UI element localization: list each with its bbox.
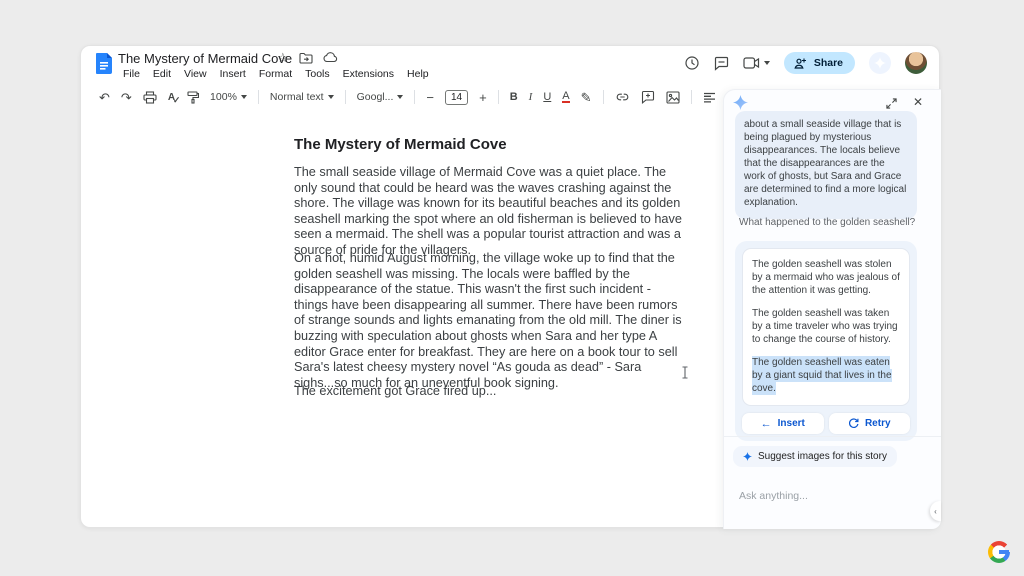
font-size-input[interactable]: 14: [445, 90, 468, 105]
share-label: Share: [814, 57, 843, 69]
formatting-toolbar: ↶ ↷ A✓ 100% Normal text G: [99, 86, 717, 108]
spelling-check-button[interactable]: A✓: [168, 92, 175, 103]
decrease-font-size-button[interactable]: −: [426, 91, 434, 104]
menu-view[interactable]: View: [178, 67, 213, 81]
menu-extensions[interactable]: Extensions: [337, 67, 400, 81]
menu-help[interactable]: Help: [401, 67, 435, 81]
response-option-1[interactable]: The golden seashell was stolen by a merm…: [752, 258, 900, 297]
chevron-left-icon: ‹: [934, 507, 937, 516]
add-comment-button[interactable]: [641, 90, 655, 104]
account-avatar[interactable]: [905, 52, 927, 74]
undo-button[interactable]: ↶: [99, 91, 110, 104]
gemini-button[interactable]: [869, 52, 891, 74]
star-icon[interactable]: ☆: [277, 51, 289, 64]
paint-format-button[interactable]: [186, 91, 199, 104]
text-cursor: [681, 366, 689, 379]
share-button[interactable]: Share: [784, 52, 855, 74]
meet-video-icon[interactable]: [743, 57, 770, 69]
gemini-side-panel: ✕ about a small seaside village that is …: [723, 89, 941, 529]
docs-app-window: The Mystery of Mermaid Cove ☆ File Edit …: [80, 45, 940, 528]
align-select[interactable]: [703, 92, 717, 103]
panel-divider: [724, 436, 941, 437]
insert-link-button[interactable]: [615, 90, 630, 104]
redo-button[interactable]: ↷: [121, 91, 132, 104]
menu-edit[interactable]: Edit: [147, 67, 177, 81]
response-option-3-selected[interactable]: The golden seashell was eaten by a giant…: [752, 356, 900, 395]
gemini-summary-card: about a small seaside village that is be…: [735, 111, 917, 219]
retry-button[interactable]: Retry: [829, 413, 911, 434]
increase-font-size-button[interactable]: +: [479, 91, 487, 104]
arrow-left-icon: ←: [761, 418, 772, 430]
gemini-response-container: The golden seashell was stolen by a merm…: [735, 241, 917, 441]
collapse-panel-handle[interactable]: ‹: [930, 501, 941, 521]
doc-paragraph[interactable]: The small seaside village of Mermaid Cov…: [294, 165, 686, 259]
cloud-status-icon[interactable]: [323, 52, 338, 63]
highlight-color-button[interactable]: ✎: [581, 91, 592, 104]
retry-icon: [848, 418, 859, 429]
expand-panel-icon[interactable]: [886, 98, 897, 109]
menu-format[interactable]: Format: [253, 67, 298, 81]
google-logo: [988, 541, 1010, 563]
menu-bar: File Edit View Insert Format Tools Exten…: [117, 67, 435, 81]
font-select[interactable]: Googl...: [357, 91, 404, 103]
doc-heading[interactable]: The Mystery of Mermaid Cove: [294, 136, 507, 153]
text-color-button[interactable]: A: [562, 91, 569, 103]
doc-paragraph[interactable]: On a hot, humid August morning, the vill…: [294, 251, 686, 391]
user-prompt-text: What happened to the golden seashell?: [739, 217, 919, 228]
menu-tools[interactable]: Tools: [299, 67, 336, 81]
version-history-icon[interactable]: [684, 55, 700, 71]
chevron-down-icon: [764, 61, 770, 65]
paragraph-style-select[interactable]: Normal text: [270, 91, 334, 103]
sparkle-icon: [743, 452, 752, 461]
menu-insert[interactable]: Insert: [214, 67, 252, 81]
italic-button[interactable]: I: [529, 91, 533, 103]
gemini-sparkle-icon: [733, 95, 748, 110]
move-folder-icon[interactable]: [299, 52, 313, 64]
document-title[interactable]: The Mystery of Mermaid Cove: [118, 51, 292, 66]
suggest-images-chip[interactable]: Suggest images for this story: [733, 446, 897, 467]
gemini-response-card: The golden seashell was stolen by a merm…: [742, 248, 910, 406]
underline-button[interactable]: U: [543, 91, 551, 103]
bold-button[interactable]: B: [510, 91, 518, 103]
google-docs-icon[interactable]: [96, 53, 112, 74]
menu-file[interactable]: File: [117, 67, 146, 81]
print-button[interactable]: [143, 91, 157, 104]
doc-paragraph[interactable]: The excitement got Grace fired up...: [294, 384, 686, 400]
insert-button[interactable]: ← Insert: [742, 413, 824, 434]
close-panel-icon[interactable]: ✕: [913, 95, 923, 109]
ask-anything-input[interactable]: [739, 490, 909, 502]
zoom-select[interactable]: 100%: [210, 91, 247, 103]
insert-image-button[interactable]: [666, 91, 680, 104]
response-option-2[interactable]: The golden seashell was taken by a time …: [752, 307, 900, 346]
comments-icon[interactable]: [714, 56, 729, 71]
